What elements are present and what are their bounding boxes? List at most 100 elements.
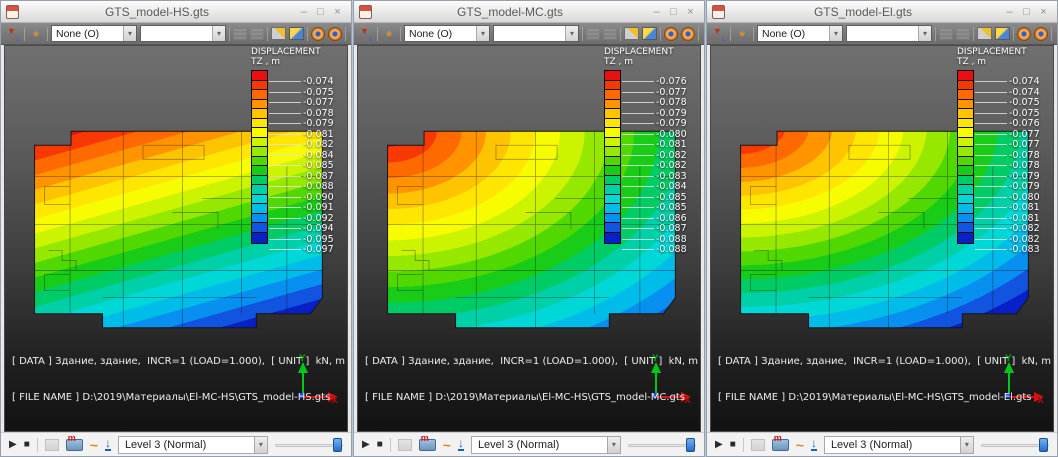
export-button[interactable]: ↓ [105,438,111,451]
detail-level-dropdown[interactable]: Level 3 (Normal) ▾ [824,436,974,454]
probe-result-icon[interactable]: ▼ ↓ [711,26,727,42]
save-image-button[interactable] [45,439,59,451]
capture-icon[interactable] [995,27,1010,40]
viewport[interactable]: DISPLACEMENT TZ , m -0.074-0.074-0.075-0… [710,45,1054,432]
close-button[interactable]: × [682,4,699,20]
legend-value: -0.077 [656,87,687,98]
minimize-button[interactable]: – [1001,4,1018,20]
slider-handle[interactable] [333,438,342,452]
frame-slider[interactable] [628,436,696,454]
dynamic-rotate-icon[interactable] [664,27,678,41]
slider-handle[interactable] [686,438,695,452]
play-button[interactable]: ▶ [715,438,723,452]
save-image-button[interactable] [751,439,765,451]
close-button[interactable]: × [329,4,346,20]
maximize-button[interactable]: □ [1018,4,1035,20]
graph-button[interactable]: ~ [796,438,804,452]
minimize-button[interactable]: – [648,4,665,20]
workspace: GTS_model-HS.gts – □ × ▼ ↓ * None (O) ▾ … [0,0,1058,457]
annotation-icon[interactable]: * [28,26,44,42]
slider-handle[interactable] [1039,438,1048,452]
legend-label: -0.087 [622,224,687,233]
record-video-button[interactable]: m [66,439,83,451]
legend-label: -0.075 [975,98,1040,107]
stop-button[interactable]: ■ [24,438,30,452]
titlebar[interactable]: GTS_model-MC.gts – □ × [354,1,704,23]
annotation-icon[interactable]: * [381,26,397,42]
detail-level-value: Level 3 (Normal) [478,439,559,451]
maximize-button[interactable]: □ [665,4,682,20]
detail-level-dropdown[interactable]: Level 3 (Normal) ▾ [471,436,621,454]
close-button[interactable]: × [1035,4,1052,20]
export-button[interactable]: ↓ [458,438,464,451]
orbit-icon[interactable] [603,28,617,40]
chevron-down-icon[interactable]: ▾ [565,26,578,41]
result-type-dropdown[interactable]: None (O) ▾ [404,25,490,42]
legend-cell [958,119,973,129]
legend-edit-icon[interactable] [271,27,286,40]
orbit-icon[interactable] [956,28,970,40]
legend-value: -0.087 [656,223,687,234]
chevron-down-icon[interactable]: ▾ [254,437,267,453]
dynamic-view-icon[interactable] [328,27,342,41]
dynamic-view-icon[interactable] [1034,27,1048,41]
chevron-down-icon[interactable]: ▾ [476,26,489,41]
viewport[interactable]: DISPLACEMENT TZ , m -0.076-0.077-0.078-0… [357,45,701,432]
titlebar[interactable]: GTS_model-HS.gts – □ × [1,1,351,23]
capture-icon[interactable] [642,27,657,40]
record-video-button[interactable]: m [419,439,436,451]
legend-tick-line [975,176,1007,177]
chevron-down-icon[interactable]: ▾ [607,437,620,453]
toolbar-separator [743,438,744,452]
titlebar[interactable]: GTS_model-El.gts – □ × [707,1,1057,23]
result-type-dropdown[interactable]: None (O) ▾ [757,25,843,42]
legend-cell [958,176,973,186]
frame-slider[interactable] [981,436,1049,454]
play-button[interactable]: ▶ [362,438,370,452]
dynamic-rotate-icon[interactable] [1017,27,1031,41]
legend-label: -0.085 [622,203,687,212]
step-dropdown[interactable]: ▾ [846,25,932,42]
maximize-button[interactable]: □ [312,4,329,20]
dynamic-rotate-icon[interactable] [311,27,325,41]
pan-icon[interactable] [586,28,600,40]
save-image-button[interactable] [398,439,412,451]
probe-result-icon[interactable]: ▼ ↓ [5,26,21,42]
dynamic-view-icon[interactable] [681,27,695,41]
play-button[interactable]: ▶ [9,438,17,452]
chevron-down-icon[interactable]: ▾ [829,26,842,41]
orbit-icon[interactable] [250,28,264,40]
probe-result-icon[interactable]: ▼ ↓ [358,26,374,42]
legend-tick-line [975,218,1007,219]
step-dropdown[interactable]: ▾ [493,25,579,42]
legend-edit-icon[interactable] [624,27,639,40]
annotation-icon[interactable]: * [734,26,750,42]
result-type-dropdown[interactable]: None (O) ▾ [51,25,137,42]
stop-button[interactable]: ■ [377,438,383,452]
chevron-down-icon[interactable]: ▾ [960,437,973,453]
pan-icon[interactable] [233,28,247,40]
legend-cell [605,185,620,195]
legend-cell [605,81,620,91]
legend-title: DISPLACEMENT [604,47,701,57]
legend-label: -0.074 [975,77,1040,86]
export-button[interactable]: ↓ [811,438,817,451]
stop-button[interactable]: ■ [730,438,736,452]
chevron-down-icon[interactable]: ▾ [918,26,931,41]
record-video-button[interactable]: m [772,439,789,451]
graph-button[interactable]: ~ [443,438,451,452]
capture-icon[interactable] [289,27,304,40]
chevron-down-icon[interactable]: ▾ [212,26,225,41]
legend-value: -0.079 [656,108,687,119]
graph-button[interactable]: ~ [90,438,98,452]
frame-slider[interactable] [275,436,343,454]
detail-level-dropdown[interactable]: Level 3 (Normal) ▾ [118,436,268,454]
legend-value: -0.083 [1009,244,1040,255]
legend-edit-icon[interactable] [977,27,992,40]
legend-tick-line [975,228,1007,229]
step-dropdown[interactable]: ▾ [140,25,226,42]
viewport[interactable]: DISPLACEMENT TZ , m -0.074-0.075-0.077-0… [4,45,348,432]
minimize-button[interactable]: – [295,4,312,20]
pan-icon[interactable] [939,28,953,40]
chevron-down-icon[interactable]: ▾ [123,26,136,41]
